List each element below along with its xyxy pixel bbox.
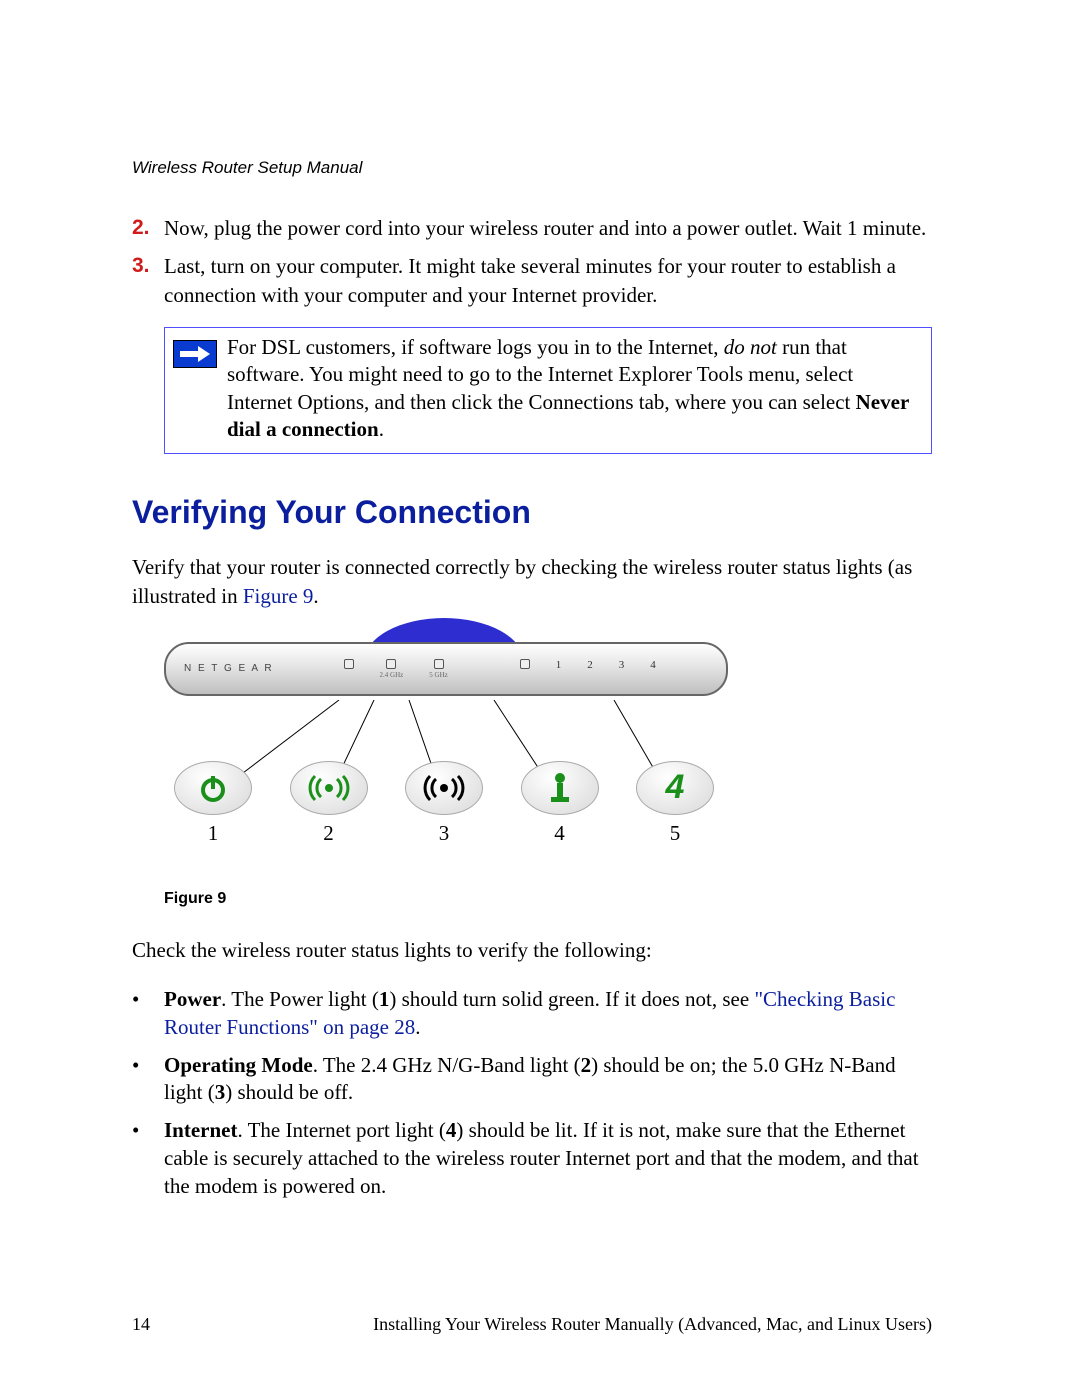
router-led-strip: ⏻ 2.4 GHz 5 GHz 1 2 3 4	[344, 659, 708, 679]
step-text: Last, turn on your computer. It might ta…	[164, 252, 932, 309]
bullet-power: • Power. The Power light (1) should turn…	[132, 986, 932, 1041]
internet-icon	[545, 771, 575, 805]
intro-paragraph: Verify that your router is connected cor…	[132, 553, 932, 610]
section-heading: Verifying Your Connection	[132, 494, 932, 531]
numbered-steps: 2. Now, plug the power cord into your wi…	[132, 214, 932, 309]
figure-caption: Figure 9	[164, 890, 932, 908]
note-callout: For DSL customers, if software logs you …	[164, 327, 932, 454]
page: Wireless Router Setup Manual 2. Now, plu…	[0, 0, 1080, 1397]
content-area: Wireless Router Setup Manual 2. Now, plu…	[132, 158, 932, 1210]
led-port4: 4 5	[636, 761, 714, 846]
router-brand: N E T G E A R	[184, 663, 274, 674]
led-24ghz: 2	[290, 761, 368, 846]
wireless-black-icon	[419, 773, 469, 803]
figure-9: N E T G E A R ⏻ 2.4 GHz 5 GHz 1 2 3 4	[164, 632, 932, 908]
check-intro: Check the wireless router status lights …	[132, 936, 932, 964]
bullet-operating-mode: • Operating Mode. The 2.4 GHz N/G-Band l…	[132, 1052, 932, 1107]
step-number: 2.	[132, 214, 164, 242]
led-5ghz: 3	[405, 761, 483, 846]
step-2: 2. Now, plug the power cord into your wi…	[132, 214, 932, 242]
step-number: 3.	[132, 252, 164, 309]
led-internet: 4	[521, 761, 599, 846]
figure-crossref[interactable]: Figure 9	[243, 584, 314, 608]
chapter-title: Installing Your Wireless Router Manually…	[373, 1314, 932, 1335]
wireless-green-icon	[304, 773, 354, 803]
router-body: N E T G E A R ⏻ 2.4 GHz 5 GHz 1 2 3 4	[164, 642, 728, 696]
power-icon	[198, 773, 228, 803]
page-number: 14	[132, 1314, 150, 1335]
page-footer: 14 Installing Your Wireless Router Manua…	[132, 1314, 932, 1335]
status-bullets: • Power. The Power light (1) should turn…	[132, 986, 932, 1200]
step-3: 3. Last, turn on your computer. It might…	[132, 252, 932, 309]
port-number-glyph: 4	[666, 768, 685, 807]
step-text: Now, plug the power cord into your wirel…	[164, 214, 926, 242]
led-power: 1	[174, 761, 252, 846]
callout-lines: 1	[164, 700, 724, 870]
bullet-internet: • Internet. The Internet port light (4) …	[132, 1117, 932, 1200]
running-header: Wireless Router Setup Manual	[132, 158, 932, 178]
arrow-icon	[173, 340, 217, 368]
note-text: For DSL customers, if software logs you …	[227, 334, 921, 443]
router-illustration: N E T G E A R ⏻ 2.4 GHz 5 GHz 1 2 3 4	[164, 632, 724, 704]
